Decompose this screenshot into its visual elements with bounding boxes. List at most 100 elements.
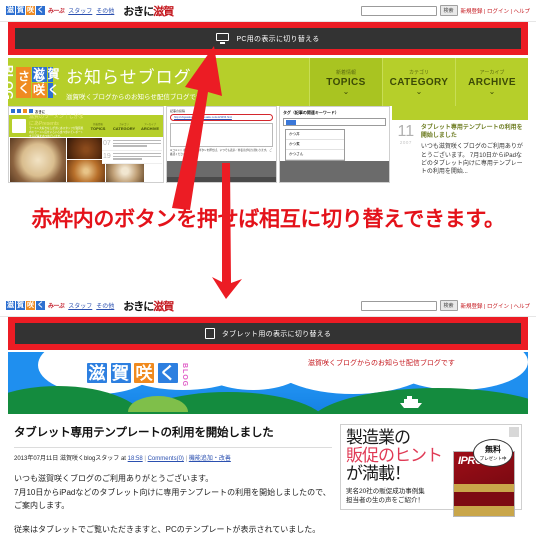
header-link-other[interactable]: その他 <box>96 6 114 15</box>
meta-category-link[interactable]: 機能追加・改善 <box>189 456 231 462</box>
search-button[interactable]: 検索 <box>439 5 458 16</box>
site-header-bottom: 滋 賀 咲 く みーぶ スタッフ その他 おきに滋賀 検索 新規登録 | ログイ… <box>0 295 536 317</box>
article-paragraph-3: 従来はタブレットでご覧いただきますと、PCのテンプレートが表示されていました。 <box>14 524 321 534</box>
switch-to-tablet-bar[interactable]: タブレット用の表示に切り替える <box>15 323 521 344</box>
banner-blog-word: BLOG <box>181 363 188 388</box>
news-date: 11 2007 <box>395 124 417 177</box>
ad-free-badge: 無料 プレゼント中 <box>473 439 513 467</box>
entry-day: 07 <box>103 140 111 147</box>
banner-logo-char-4: く <box>156 362 179 384</box>
logo-char-1: 滋 <box>6 301 15 310</box>
mini-nav-topics-en: TOPICS <box>90 125 106 131</box>
banner-logo-char-3: 咲 <box>133 362 155 384</box>
article-title: タブレット専用テンプレートの利用を開始しました <box>14 427 274 439</box>
bottom-red-highlight-frame: タブレット用の表示に切り替える <box>8 317 528 350</box>
mini-tag-selection <box>285 119 296 125</box>
ad-badge-main: 無料 <box>485 445 501 454</box>
news-entry-panel: 11 2007 タブレット専用テンプレートの利用を開始しました いつも滋賀咲くブ… <box>391 106 528 183</box>
nav-item-category[interactable]: カテゴリ CATEGORY ⌄ <box>382 58 455 106</box>
switch-to-tablet-label: タブレット用の表示に切り替える <box>221 330 332 338</box>
okini-suffix: 滋賀 <box>153 5 174 18</box>
blog-banner: 滋 賀 咲 く BLOG 滋賀咲くブログからのお知らせ配信ブログです <box>8 352 528 414</box>
mini-ramen-header: 滋賀のラーメン｜しがまにあPresents ラーメン大好きなしがまにあスタッフが… <box>9 114 164 138</box>
green-header-nav: 新着情報 TOPICS ⌄ カテゴリ CATEGORY ⌄ アーカイブ ARCH… <box>309 58 528 106</box>
shigasaku-logo[interactable]: 滋 賀 咲 く <box>6 301 45 310</box>
mini-ramen-entry-list: 07 19 <box>102 138 163 165</box>
mini-ramen-nav-category[interactable]: カテゴリ CATEGORY <box>111 122 137 131</box>
pc-view-main-row: タブレット専用テンプレートの利用を開始しました 2013年07月11日 滋賀咲く… <box>8 414 528 538</box>
monitor-icon <box>216 33 230 44</box>
mini-screenshot-tag-field[interactable]: タグ（記事の関連キーワード） かつ丼 かつ煮 かつさん <box>278 106 390 183</box>
meta-author: 滋賀咲くblogスタッフ <box>59 456 120 462</box>
green-logo-char-2: 賀 <box>47 66 60 82</box>
ramen-photo-1 <box>10 138 66 182</box>
logo-char-2: 賀 <box>16 6 25 15</box>
dropdown-option[interactable]: かつ煮 <box>285 140 344 150</box>
meta-time-link[interactable]: 18:58 <box>128 456 143 462</box>
switch-to-pc-label: PC用の表示に切り替える <box>236 35 320 43</box>
switch-to-pc-bar[interactable]: PC用の表示に切り替える <box>15 28 521 49</box>
news-entry[interactable]: 11 2007 タブレット専用テンプレートの利用を開始しました いつも滋賀咲くブ… <box>392 120 528 181</box>
meta-comments-link[interactable]: Comments(0) <box>148 456 184 462</box>
green-logo-side-text: しがさくBLOG <box>8 64 46 100</box>
mini-ramen-nav-topics[interactable]: 新着情報 TOPICS <box>85 122 111 131</box>
ramen-photo-4 <box>67 160 105 182</box>
account-links[interactable]: 新規登録 | ログイン | ヘルプ <box>461 302 530 310</box>
nav-item-topics[interactable]: 新着情報 TOPICS ⌄ <box>309 58 382 106</box>
ad-badge-sub: プレゼント中 <box>479 456 507 461</box>
screenshot-root: 滋 賀 咲 く みーぶ スタッフ その他 おきに滋賀 検索 新規登録 | ログイ… <box>0 0 536 546</box>
mini-ramen-nav-archive[interactable]: アーカイブ ARCHIVE <box>137 122 163 131</box>
chevron-down-icon: ⌄ <box>488 87 496 96</box>
search-button[interactable]: 検索 <box>439 300 458 311</box>
dropdown-option[interactable]: かつさん <box>285 150 344 160</box>
okini-text: おきに <box>123 300 154 313</box>
list-item[interactable]: 07 <box>102 138 163 152</box>
green-header-logo[interactable]: 滋 賀 しがさくBLOG 咲 く <box>8 58 60 106</box>
header-link-staff[interactable]: スタッフ <box>68 301 92 310</box>
mini-nav-category-en: CATEGORY <box>112 125 136 131</box>
annotation-arrow-down <box>198 163 254 299</box>
news-excerpt: いつも滋賀咲くブログのご利用ありがとうございます。 7月10日からiPadなどの… <box>420 144 523 176</box>
okini-text: おきに <box>123 5 154 18</box>
article-meta: 2013年07月11日 滋賀咲くblogスタッフ at 18:58 | Comm… <box>14 456 231 462</box>
news-day: 11 <box>397 123 415 140</box>
pc-view-screenshot: 滋 賀 咲 く BLOG 滋賀咲くブログからのお知らせ配信ブログです タブレット… <box>8 352 528 538</box>
logo-char-4: く <box>36 6 45 15</box>
dropdown-option[interactable]: かつ丼 <box>285 130 344 140</box>
mini-tag-dropdown[interactable]: かつ丼 かつ煮 かつさん <box>284 129 345 161</box>
header-link-other[interactable]: その他 <box>96 301 114 310</box>
okini-suffix: 滋賀 <box>153 300 174 313</box>
site-header-top: 滋 賀 咲 く みーぶ スタッフ その他 おきに滋賀 検索 新規登録 | ログイ… <box>0 0 536 22</box>
list-item[interactable]: 19 <box>102 151 163 165</box>
shigasaku-logo[interactable]: 滋 賀 咲 く <box>6 6 45 15</box>
okini-logo: おきに滋賀 <box>123 298 174 314</box>
article-paragraph-4: これをタブレット専用のテンプレートとし、タブレットならではの幅広レイアウトや、ス… <box>14 536 332 538</box>
instruction-message: 赤枠内のボタンを押せば相互に切り替えできます。 <box>31 208 505 231</box>
chevron-down-icon: ⌄ <box>415 87 423 96</box>
mini-tag-input[interactable] <box>282 118 386 126</box>
nav-item-archive[interactable]: アーカイブ ARCHIVE ⌄ <box>455 58 528 106</box>
header-right-group: 検索 新規登録 | ログイン | ヘルプ <box>360 5 530 16</box>
sidebar-ad[interactable]: IPROS 無料 プレゼント中 製造業の 販促のヒント が満載！ 実名20社の販… <box>340 424 522 538</box>
mini-screenshot-ramen-blog[interactable]: おきに 滋賀のラーメン｜しがまにあPresents ラーメン大好きなしがまにあス… <box>8 106 165 183</box>
entry-day: 19 <box>103 153 111 161</box>
banner-tagline: 滋賀咲くブログからのお知らせ配信ブログです <box>308 360 455 367</box>
meta-date: 2013年07月11日 <box>14 456 59 462</box>
news-panel-top-strip <box>391 106 528 120</box>
search-input[interactable] <box>360 300 437 311</box>
divider <box>14 447 332 448</box>
article-paragraph-2: 7月10日からiPadなどのタブレット向けに専用テンプレートの利用を開始しました… <box>14 487 331 511</box>
banner-logo[interactable]: 滋 賀 咲 く BLOG <box>86 362 188 387</box>
ad-frame[interactable]: IPROS 無料 プレゼント中 製造業の 販促のヒント が満載！ 実名20社の販… <box>340 424 522 517</box>
account-links[interactable]: 新規登録 | ログイン | ヘルプ <box>461 7 530 15</box>
banner-logo-char-2: 賀 <box>109 362 132 384</box>
search-input[interactable] <box>360 5 437 16</box>
logo-char-3: 咲 <box>26 301 35 310</box>
news-headline[interactable]: タブレット専用テンプレートの利用を開始しました <box>421 124 525 140</box>
mini-ramen-title: 滋賀のラーメン｜しがまにあPresents <box>29 114 84 128</box>
logo-char-4: く <box>36 301 45 310</box>
header-link-staff[interactable]: スタッフ <box>68 6 92 15</box>
nav-category-jp: カテゴリ <box>408 70 429 76</box>
mini-ramen-logo <box>12 119 26 133</box>
logo-char-3: 咲 <box>26 6 35 15</box>
